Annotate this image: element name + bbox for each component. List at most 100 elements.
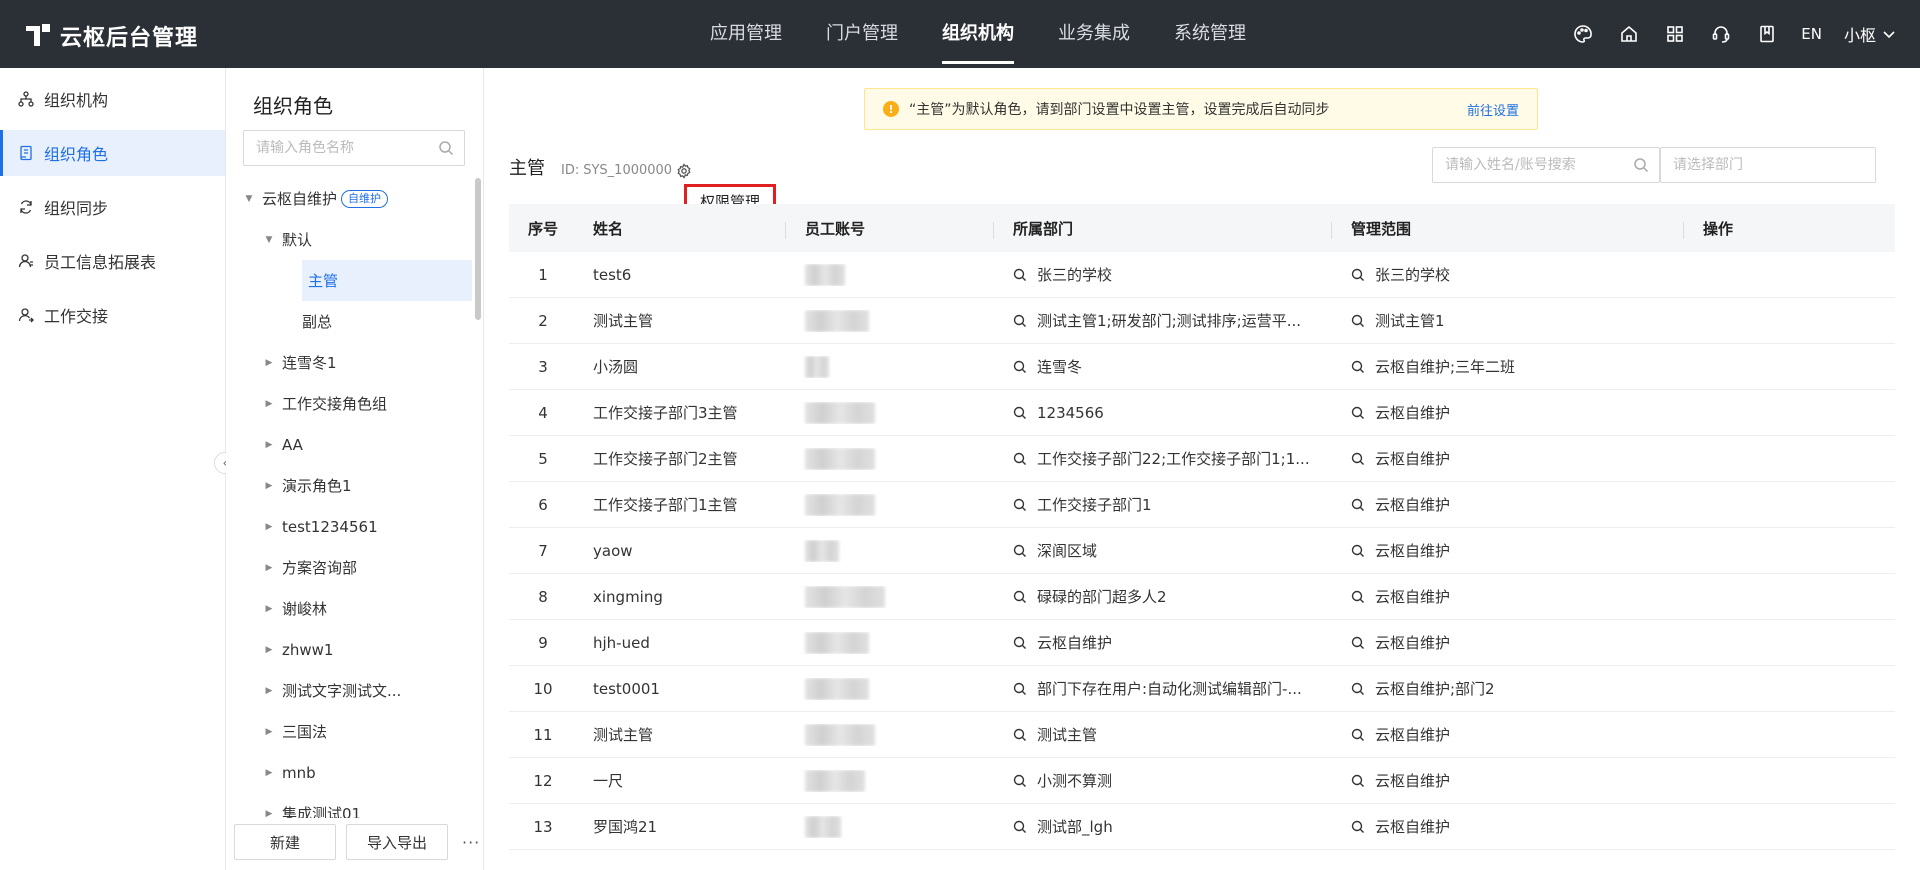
- search-icon[interactable]: [1351, 726, 1375, 744]
- search-icon[interactable]: [1351, 358, 1375, 376]
- tree-group-default[interactable]: ▼ 默认: [226, 219, 472, 260]
- top-nav-item[interactable]: 业务集成: [1036, 0, 1152, 68]
- table-row[interactable]: 3 小汤圆 连雪冬 云枢自维护;三年二班: [509, 344, 1895, 390]
- tree-group-item[interactable]: ▶ 连雪冬1: [226, 342, 472, 383]
- caret-right-icon[interactable]: ▶: [262, 358, 276, 368]
- search-icon[interactable]: [1013, 588, 1037, 606]
- tree-group-item[interactable]: ▶ 演示角色1: [226, 465, 472, 506]
- tree-role-item-selected[interactable]: 主管: [302, 260, 472, 301]
- top-nav-item[interactable]: 门户管理: [804, 0, 920, 68]
- table-row[interactable]: 13 罗国鸿21 测试部_lgh 云枢自维护: [509, 804, 1895, 850]
- search-icon[interactable]: [1013, 634, 1037, 652]
- user-menu[interactable]: 小枢: [1844, 22, 1896, 46]
- tree-group-item[interactable]: ▶ 测试文字测试文...: [226, 670, 472, 711]
- sidebar-item[interactable]: 组织同步: [0, 184, 225, 230]
- department-select[interactable]: 请选择部门: [1660, 147, 1876, 183]
- member-search-input[interactable]: 请输入姓名/账号搜索: [1432, 147, 1660, 183]
- language-switch[interactable]: EN: [1801, 25, 1822, 43]
- role-doc-icon: [18, 145, 34, 161]
- table-row[interactable]: 5 工作交接子部门2主管 工作交接子部门22;工作交接子部门1;1... 云枢自维护: [509, 436, 1895, 482]
- search-icon[interactable]: [1351, 450, 1375, 468]
- top-nav-item[interactable]: 应用管理: [688, 0, 804, 68]
- top-header: 云枢后台管理 应用管理 门户管理 组织机构 业务集成 系统管理 EN 小枢: [0, 0, 1920, 68]
- search-icon[interactable]: [1351, 404, 1375, 422]
- search-icon[interactable]: [1351, 634, 1375, 652]
- search-icon[interactable]: [1351, 496, 1375, 514]
- caret-right-icon[interactable]: ▶: [262, 399, 276, 409]
- caret-right-icon[interactable]: ▶: [262, 727, 276, 737]
- sidebar-item[interactable]: 组织机构: [0, 76, 225, 122]
- caret-right-icon[interactable]: ▶: [262, 440, 276, 450]
- import-export-button[interactable]: 导入导出: [346, 824, 448, 860]
- top-nav-item[interactable]: 组织机构: [920, 0, 1036, 68]
- tree-scrollbar[interactable]: [475, 178, 481, 320]
- search-icon[interactable]: [1013, 726, 1037, 744]
- app-logo[interactable]: 云枢后台管理: [26, 20, 198, 52]
- palette-icon[interactable]: [1571, 22, 1595, 46]
- caret-right-icon[interactable]: ▶: [262, 481, 276, 491]
- search-icon[interactable]: [1013, 450, 1037, 468]
- search-icon[interactable]: [1013, 772, 1037, 790]
- sidebar-item[interactable]: 员工信息拓展表: [0, 238, 225, 284]
- docs-book-icon[interactable]: [1755, 22, 1779, 46]
- search-icon[interactable]: [1013, 358, 1037, 376]
- caret-right-icon[interactable]: ▶: [262, 563, 276, 573]
- table-row[interactable]: 10 test0001 部门下存在用户:自动化测试编辑部门-... 云枢自维护;部门2: [509, 666, 1895, 712]
- caret-right-icon[interactable]: ▶: [262, 522, 276, 532]
- search-icon[interactable]: [1351, 772, 1375, 790]
- new-role-button[interactable]: 新建: [234, 824, 336, 860]
- table-row[interactable]: 4 工作交接子部门3主管 1234566 云枢自维护: [509, 390, 1895, 436]
- go-settings-link[interactable]: 前往设置: [1467, 100, 1519, 119]
- top-nav-item[interactable]: 系统管理: [1152, 0, 1268, 68]
- table-row[interactable]: 11 测试主管 测试主管 云枢自维护: [509, 712, 1895, 758]
- tree-group-item[interactable]: ▶ test1234561: [226, 506, 472, 547]
- search-icon[interactable]: [1013, 404, 1037, 422]
- search-icon[interactable]: [1013, 542, 1037, 560]
- gear-icon[interactable]: [676, 162, 692, 179]
- tree-root-node[interactable]: ▼ 云枢自维护 自维护: [226, 178, 472, 219]
- more-options-icon[interactable]: ···: [462, 833, 480, 852]
- tree-role-item[interactable]: 副总: [226, 301, 472, 342]
- search-icon[interactable]: [1351, 818, 1375, 836]
- tree-group-item[interactable]: ▶ 方案咨询部: [226, 547, 472, 588]
- search-icon[interactable]: [1351, 680, 1375, 698]
- caret-right-icon[interactable]: ▶: [262, 686, 276, 696]
- search-icon[interactable]: [1013, 496, 1037, 514]
- role-panel-title: 组织角色: [253, 94, 333, 118]
- search-icon[interactable]: [1013, 266, 1037, 284]
- search-icon[interactable]: [1351, 266, 1375, 284]
- tree-group-item[interactable]: ▶ mnb: [226, 752, 472, 793]
- apps-grid-icon[interactable]: [1663, 22, 1687, 46]
- caret-right-icon[interactable]: ▶: [262, 809, 276, 819]
- sidebar-item[interactable]: 工作交接: [0, 292, 225, 338]
- tree-group-item[interactable]: ▶ 三国法: [226, 711, 472, 752]
- table-row[interactable]: 6 工作交接子部门1主管 工作交接子部门1 云枢自维护: [509, 482, 1895, 528]
- table-row[interactable]: 2 测试主管 测试主管1;研发部门;测试排序;运营平... 测试主管1: [509, 298, 1895, 344]
- tree-group-item[interactable]: ▶ 工作交接角色组: [226, 383, 472, 424]
- caret-down-icon[interactable]: ▼: [262, 235, 276, 245]
- table-row[interactable]: 7 yaow 深阆区域 云枢自维护: [509, 528, 1895, 574]
- role-search-input[interactable]: 请输入角色名称: [243, 130, 465, 166]
- search-icon[interactable]: [1351, 312, 1375, 330]
- redacted-account: [805, 677, 869, 700]
- caret-down-icon[interactable]: ▼: [242, 194, 256, 204]
- table-row[interactable]: 9 hjh-ued 云枢自维护 云枢自维护: [509, 620, 1895, 666]
- caret-right-icon[interactable]: ▶: [262, 604, 276, 614]
- tree-group-item[interactable]: ▶ 谢峻林: [226, 588, 472, 629]
- search-icon[interactable]: [1013, 680, 1037, 698]
- search-icon[interactable]: [1351, 588, 1375, 606]
- tree-group-item[interactable]: ▶ zhww1: [226, 629, 472, 670]
- sidebar-item[interactable]: 组织角色: [0, 130, 225, 176]
- caret-right-icon[interactable]: ▶: [262, 645, 276, 655]
- table-row[interactable]: 1 test6 张三的学校 张三的学校: [509, 252, 1895, 298]
- home-icon[interactable]: [1617, 22, 1641, 46]
- table-row[interactable]: 8 xingming 碌碌的部门超多人2 云枢自维护: [509, 574, 1895, 620]
- table-row[interactable]: 12 一尺 小测不算测 云枢自维护: [509, 758, 1895, 804]
- caret-right-icon[interactable]: ▶: [262, 768, 276, 778]
- support-headset-icon[interactable]: [1709, 22, 1733, 46]
- search-icon[interactable]: [1013, 818, 1037, 836]
- tree-group-item[interactable]: ▶ 集成测试01: [226, 793, 472, 818]
- search-icon[interactable]: [1013, 312, 1037, 330]
- search-icon[interactable]: [1351, 542, 1375, 560]
- tree-group-item[interactable]: ▶ AA: [226, 424, 472, 465]
